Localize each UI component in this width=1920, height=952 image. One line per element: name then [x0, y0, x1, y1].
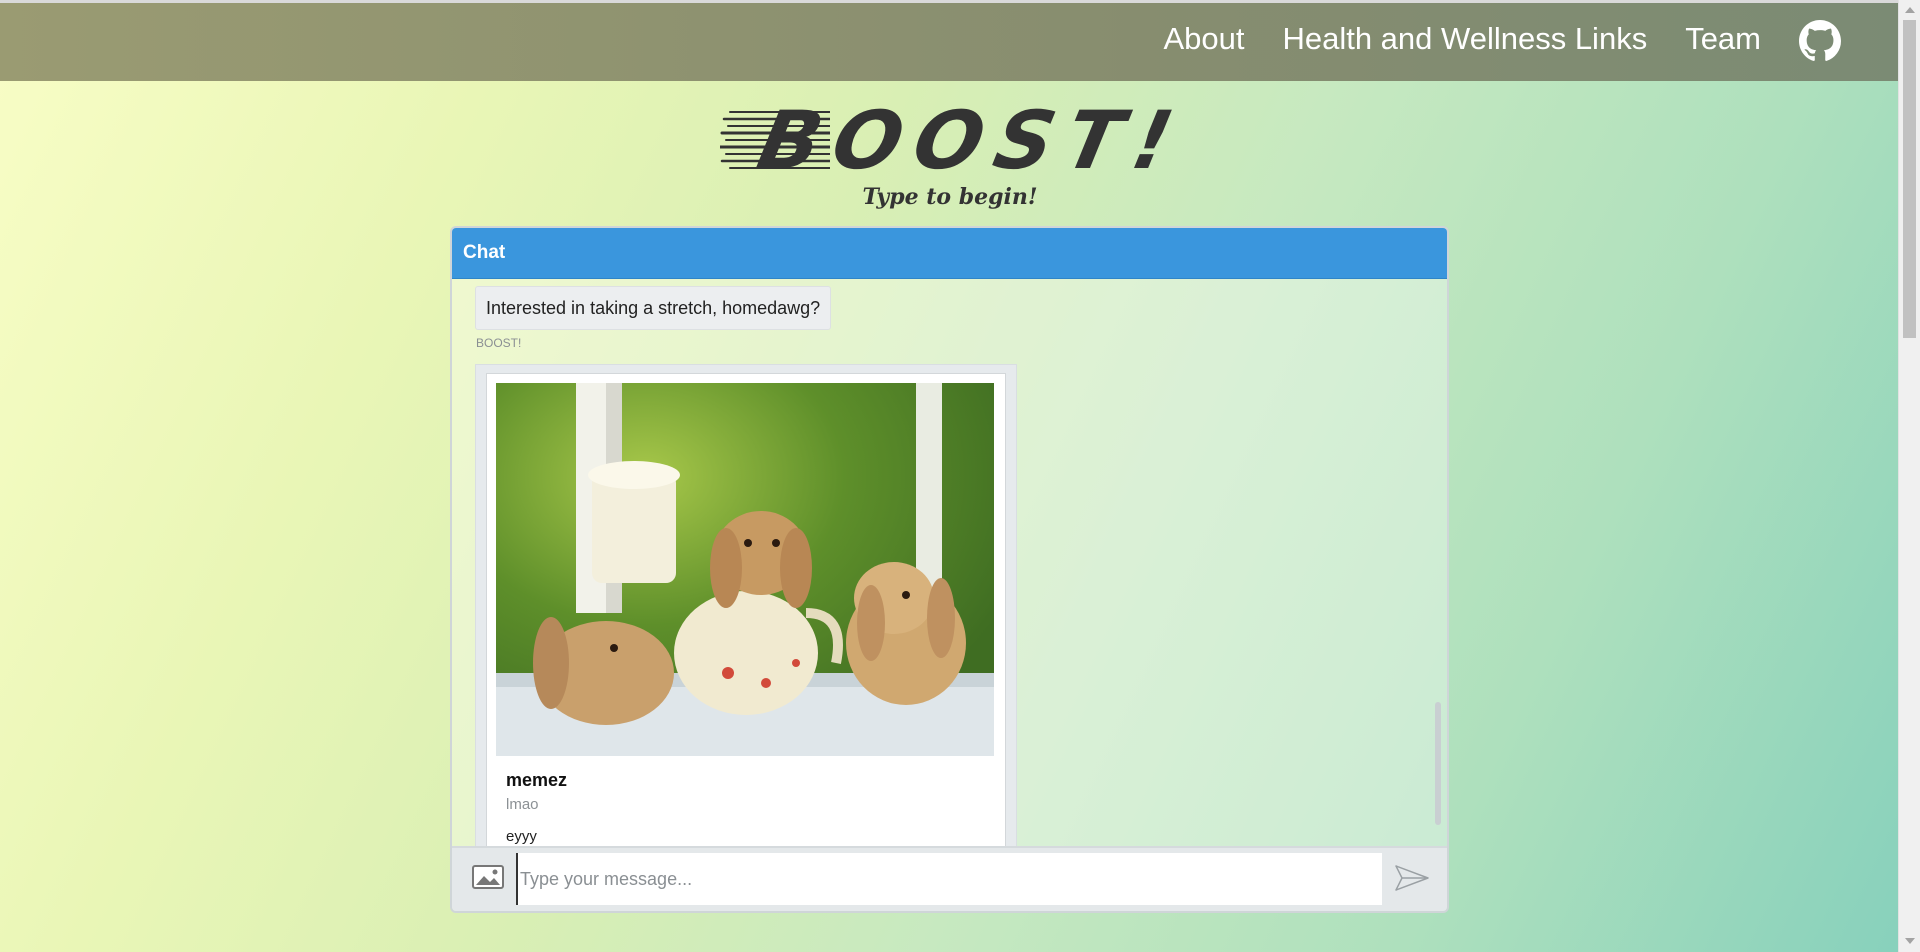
logo-title: BOOST! — [750, 94, 1194, 187]
nav-team-link[interactable]: Team — [1685, 22, 1761, 56]
nav-links: About Health and Wellness Links Team — [1163, 18, 1841, 62]
message-composer — [452, 846, 1447, 911]
scroll-up-arrow-icon[interactable] — [1905, 7, 1915, 13]
chat-window: Chat Interested in taking a stretch, hom… — [450, 226, 1449, 913]
message-sender: BOOST! — [476, 336, 522, 350]
github-icon[interactable] — [1799, 20, 1841, 62]
image-upload-icon[interactable] — [472, 865, 504, 889]
card-subtitle: lmao — [506, 796, 539, 813]
send-icon[interactable] — [1394, 863, 1430, 893]
chat-scrollbar[interactable] — [1435, 702, 1441, 825]
nav-health-links[interactable]: Health and Wellness Links — [1282, 22, 1647, 56]
bunnies-image — [496, 383, 994, 756]
boost-logo: BOOST! — [720, 94, 1194, 187]
scroll-down-arrow-icon[interactable] — [1905, 938, 1915, 944]
chat-message-bubble: Interested in taking a stretch, homedawg… — [475, 286, 832, 330]
top-navbar: About Health and Wellness Links Team — [0, 0, 1899, 81]
card-text: eyyy — [506, 828, 537, 845]
hero-card[interactable]: memez lmao eyyy — [486, 373, 1006, 875]
chat-header: Chat — [452, 228, 1447, 279]
page-scrollbar[interactable] — [1898, 0, 1920, 952]
tagline: Type to begin! — [862, 184, 1038, 210]
card-image — [496, 383, 994, 756]
page-scroll-thumb[interactable] — [1903, 20, 1916, 338]
nav-about-link[interactable]: About — [1163, 22, 1244, 56]
card-title: memez — [506, 770, 568, 790]
message-card-container: memez lmao eyyy — [475, 364, 1017, 875]
message-input[interactable] — [516, 853, 1382, 905]
